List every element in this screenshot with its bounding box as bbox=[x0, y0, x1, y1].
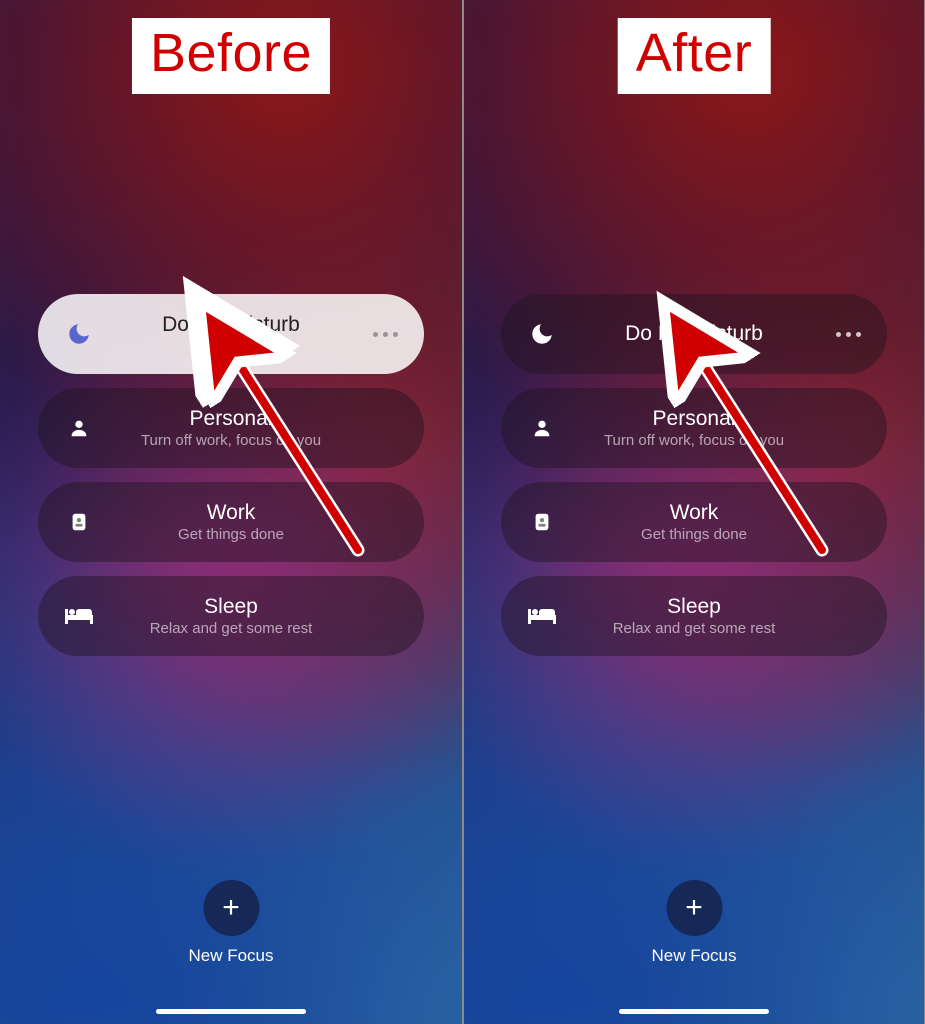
focus-list: Do Not Disturb On Personal Turn off work… bbox=[38, 294, 424, 656]
focus-subtitle: Relax and get some rest bbox=[38, 620, 424, 639]
new-focus-label: New Focus bbox=[651, 946, 736, 966]
focus-text: Sleep Relax and get some rest bbox=[501, 594, 887, 639]
focus-title: Sleep bbox=[501, 594, 887, 620]
focus-subtitle: Relax and get some rest bbox=[501, 620, 887, 639]
focus-work[interactable]: Work Get things done bbox=[38, 482, 424, 562]
focus-personal[interactable]: Personal Turn off work, focus on you bbox=[501, 388, 887, 468]
focus-subtitle: Turn off work, focus on you bbox=[501, 432, 887, 451]
focus-title: Do Not Disturb bbox=[501, 321, 887, 347]
ellipsis-icon[interactable] bbox=[373, 332, 398, 337]
new-focus-label: New Focus bbox=[188, 946, 273, 966]
home-indicator[interactable] bbox=[156, 1009, 306, 1014]
focus-text: Personal Turn off work, focus on you bbox=[38, 406, 424, 451]
new-focus: + New Focus bbox=[651, 880, 736, 966]
focus-sleep[interactable]: Sleep Relax and get some rest bbox=[501, 576, 887, 656]
after-panel: After Do Not Disturb Personal Turn off w… bbox=[462, 0, 924, 1024]
focus-title: Sleep bbox=[38, 594, 424, 620]
focus-do-not-disturb[interactable]: Do Not Disturb On bbox=[38, 294, 424, 374]
focus-text: Do Not Disturb bbox=[501, 321, 887, 347]
after-label: After bbox=[618, 18, 771, 94]
focus-text: Work Get things done bbox=[38, 500, 424, 545]
focus-subtitle: Get things done bbox=[38, 526, 424, 545]
new-focus: + New Focus bbox=[188, 880, 273, 966]
focus-title: Personal bbox=[38, 406, 424, 432]
focus-subtitle: On bbox=[38, 338, 424, 357]
plus-icon: + bbox=[222, 891, 240, 925]
focus-title: Work bbox=[501, 500, 887, 526]
focus-text: Work Get things done bbox=[501, 500, 887, 545]
focus-list: Do Not Disturb Personal Turn off work, f… bbox=[501, 294, 887, 656]
focus-sleep[interactable]: Sleep Relax and get some rest bbox=[38, 576, 424, 656]
new-focus-button[interactable]: + bbox=[203, 880, 259, 936]
focus-title: Work bbox=[38, 500, 424, 526]
focus-text: Sleep Relax and get some rest bbox=[38, 594, 424, 639]
focus-text: Personal Turn off work, focus on you bbox=[501, 406, 887, 451]
focus-subtitle: Get things done bbox=[501, 526, 887, 545]
new-focus-button[interactable]: + bbox=[666, 880, 722, 936]
ellipsis-icon[interactable] bbox=[836, 332, 861, 337]
before-label: Before bbox=[132, 18, 330, 94]
plus-icon: + bbox=[685, 891, 703, 925]
focus-personal[interactable]: Personal Turn off work, focus on you bbox=[38, 388, 424, 468]
focus-subtitle: Turn off work, focus on you bbox=[38, 432, 424, 451]
focus-title: Personal bbox=[501, 406, 887, 432]
home-indicator[interactable] bbox=[619, 1009, 769, 1014]
focus-text: Do Not Disturb On bbox=[38, 312, 424, 357]
focus-do-not-disturb[interactable]: Do Not Disturb bbox=[501, 294, 887, 374]
focus-work[interactable]: Work Get things done bbox=[501, 482, 887, 562]
before-panel: Before Do Not Disturb On Personal Turn o… bbox=[0, 0, 462, 1024]
focus-title: Do Not Disturb bbox=[38, 312, 424, 338]
